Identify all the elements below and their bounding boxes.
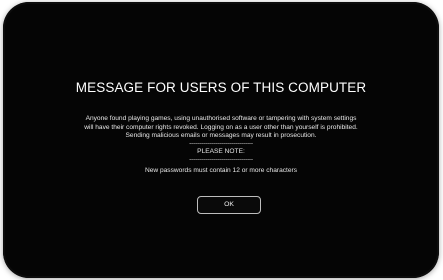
separator-bottom: --------------------------------: [189, 155, 253, 163]
notice-title: MESSAGE FOR USERS OF THIS COMPUTER: [75, 80, 367, 95]
notice-body-line-2: will have their computer rights revoked.…: [84, 123, 358, 131]
legal-notice-dialog: MESSAGE FOR USERS OF THIS COMPUTER Anyon…: [3, 80, 439, 175]
notice-body-line-1: Anyone found playing games, using unauth…: [85, 115, 357, 122]
lock-screen: MESSAGE FOR USERS OF THIS COMPUTER Anyon…: [3, 2, 439, 278]
ok-button[interactable]: OK: [197, 196, 261, 214]
password-notice: New passwords must contain 12 or more ch…: [144, 167, 298, 175]
